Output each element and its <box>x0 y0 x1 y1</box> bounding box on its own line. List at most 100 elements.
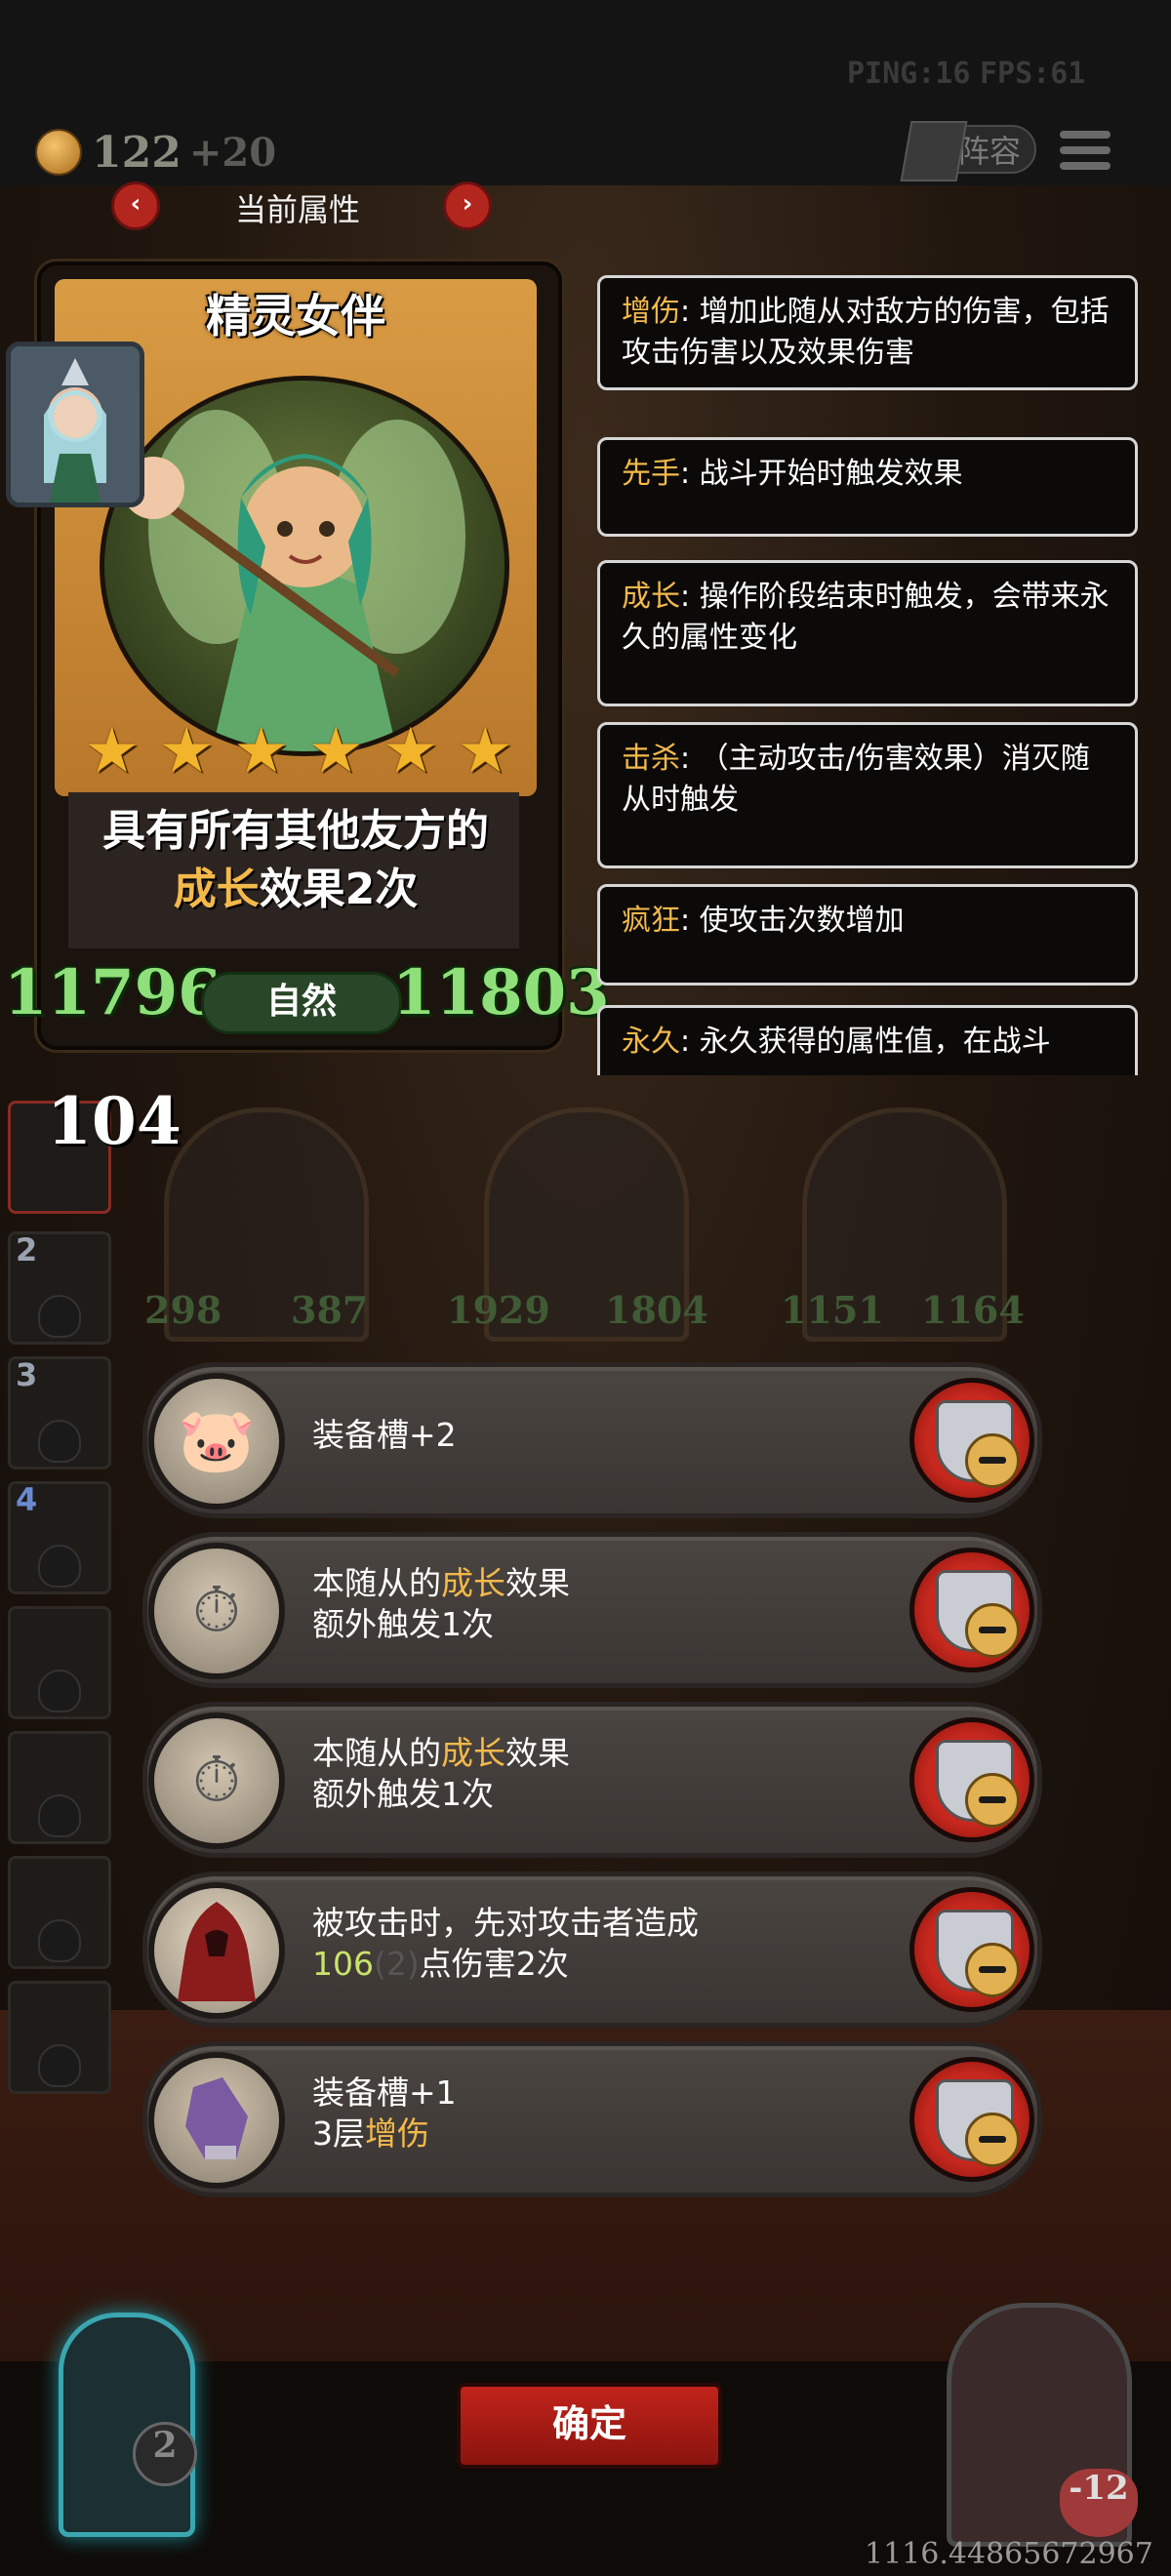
slot-health: 1804 <box>605 1288 708 1332</box>
confirm-button[interactable]: 确定 <box>457 2383 722 2469</box>
keyword-list[interactable]: 增伤: 增加此随从对敌方的伤害，包括攻击伤害以及效果伤害 先手: 战斗开始时触发… <box>586 263 1151 1075</box>
keyword-name: 疯狂 <box>622 904 680 938</box>
lineup-label: 阵容 <box>957 133 1021 170</box>
fps-readout: FPS:61 <box>980 57 1086 91</box>
equipment-line1-post: 效果 <box>505 1564 570 1602</box>
skull-icon <box>38 1295 81 1338</box>
equipment-text: 装备槽+1 3层增伤 <box>312 2073 457 2154</box>
keyword-panel: 先手: 战斗开始时触发效果 <box>597 437 1138 537</box>
keyword-panel: 成长: 操作阶段结束时触发，会带来永久的属性变化 <box>597 560 1138 706</box>
card-description-line2: 成长效果2次 <box>59 861 533 919</box>
star-icon: ★ <box>457 715 513 787</box>
equipment-text: 被攻击时，先对攻击者造成 106(2)点伤害2次 <box>312 1903 699 1985</box>
minus-icon <box>965 1773 1020 1828</box>
coordinate-readout: 1116.44865672967 <box>865 2537 1153 2571</box>
prev-arrow-button[interactable]: ‹ <box>111 181 160 230</box>
keyword-text: : 战斗开始时触发效果 <box>680 457 963 491</box>
star-icon: ★ <box>383 715 439 787</box>
keyword-name: 先手 <box>622 457 680 491</box>
menu-icon[interactable] <box>1060 131 1110 174</box>
damage-extra: (2) <box>374 1945 420 1983</box>
side-list-item[interactable] <box>8 1731 111 1844</box>
remove-equipment-button[interactable] <box>909 1717 1034 1842</box>
star-icon: ★ <box>158 715 215 787</box>
equipment-line2-post: 点伤害2次 <box>419 1945 569 1983</box>
skull-icon <box>38 1794 81 1837</box>
remove-equipment-button[interactable] <box>909 1887 1034 2012</box>
attribute-panel-title: 当前属性 <box>234 191 360 228</box>
skull-icon <box>38 1420 81 1463</box>
next-arrow-button[interactable]: › <box>443 181 492 230</box>
hero-portrait <box>6 342 144 507</box>
gold-value: 122 <box>92 127 182 178</box>
pig-armor-icon: 🐷 <box>148 1373 285 1509</box>
card-artwork <box>100 376 509 756</box>
red-cloak-icon <box>148 1882 285 2019</box>
equipment-line1: 被攻击时，先对攻击者造成 <box>312 1904 699 1942</box>
equipment-line1-post: 效果 <box>505 1734 570 1772</box>
equipment-text: 装备槽+2 <box>312 1415 457 1456</box>
keyword-text: : 操作阶段结束时触发，会带来永久的属性变化 <box>622 580 1110 655</box>
skull-icon <box>38 1919 81 1962</box>
equipment-line1: 装备槽+1 <box>312 2073 457 2112</box>
clock-gauntlet-icon: ⏱ <box>148 1712 285 1849</box>
equipment-line1-pre: 本随从的 <box>312 1734 441 1772</box>
keyword-name: 击杀 <box>622 742 680 776</box>
lineup-button[interactable]: 阵容 <box>900 121 1036 181</box>
health-value: 11803 <box>392 956 610 1029</box>
equipment-line1: 装备槽+2 <box>312 1416 457 1454</box>
keyword-growth: 成长 <box>441 1734 505 1772</box>
elf-queen-icon <box>44 358 106 503</box>
equipment-line1-pre: 本随从的 <box>312 1564 441 1602</box>
remove-equipment-button[interactable] <box>909 1378 1034 1503</box>
fairy-art-icon <box>122 410 465 751</box>
board-value: 104 <box>47 1083 182 1159</box>
tribe-label: 自然 <box>201 972 402 1034</box>
remove-equipment-button[interactable] <box>909 2057 1034 2182</box>
side-list-item[interactable] <box>8 1606 111 1719</box>
equipment-line2-pre: 3层 <box>312 2114 365 2153</box>
keyword-panel: 击杀: （主动攻击/伤害效果）消灭随从时触发 <box>597 722 1138 868</box>
star-icon: ★ <box>233 715 290 787</box>
attack-value: 11796 <box>4 956 222 1029</box>
keyword-growth: 成长 <box>173 865 260 914</box>
slot-attack: 298 <box>144 1288 222 1332</box>
keyword-growth: 成长 <box>441 1564 505 1602</box>
clock-gauntlet-icon: ⏱ <box>148 1543 285 1679</box>
cloak-shape <box>178 1902 256 2001</box>
star-icon: ★ <box>84 715 141 787</box>
keyword-name: 成长 <box>622 580 680 614</box>
keyword-name: 增伤 <box>622 295 680 329</box>
skull-icon <box>38 1670 81 1712</box>
equipment-text: 本随从的成长效果 额外触发1次 <box>312 1563 570 1645</box>
keyword-damage-boost: 增伤 <box>365 2114 429 2153</box>
side-list-item[interactable] <box>8 1981 111 2094</box>
remove-equipment-button[interactable] <box>909 1548 1034 1672</box>
damage-value: 106 <box>312 1945 374 1983</box>
side-list-number: 4 <box>16 1481 38 1518</box>
opponent-health: -12 <box>1060 2469 1138 2537</box>
card-description: 具有所有其他友方的 成长效果2次 <box>59 802 533 919</box>
keyword-text: : 增加此随从对敌方的伤害，包括攻击伤害以及效果伤害 <box>622 295 1110 370</box>
slot-attack: 1151 <box>781 1288 884 1332</box>
keyword-text: : 使攻击次数增加 <box>680 904 905 938</box>
skull-icon <box>38 1545 81 1588</box>
top-bar: PING:16 FPS:61 122 +20 阵容 <box>0 0 1171 185</box>
star-rating: ★ ★ ★ ★ ★ ★ <box>84 720 513 783</box>
keyword-panel: 疯狂: 使攻击次数增加 <box>597 884 1138 986</box>
equipment-line2: 额外触发1次 <box>312 1775 494 1813</box>
slot-health: 1164 <box>921 1288 1025 1332</box>
minus-icon <box>965 2113 1020 2167</box>
gold-counter: 122 +20 <box>35 125 276 180</box>
minus-icon <box>965 1433 1020 1488</box>
keyword-panel: 永久: 永久获得的属性值，在战斗 <box>597 1005 1138 1075</box>
side-list-number: 3 <box>16 1356 38 1393</box>
slot-attack: 1929 <box>447 1288 550 1332</box>
side-list-item[interactable] <box>8 1856 111 1969</box>
card-description-rest: 效果2次 <box>259 865 419 914</box>
minus-icon <box>965 1603 1020 1658</box>
keyword-text: : （主动攻击/伤害效果）消灭随从时触发 <box>622 742 1090 817</box>
side-list-number: 2 <box>16 1231 38 1268</box>
gold-income: +20 <box>188 129 277 176</box>
equipment-text: 本随从的成长效果 额外触发1次 <box>312 1733 570 1815</box>
